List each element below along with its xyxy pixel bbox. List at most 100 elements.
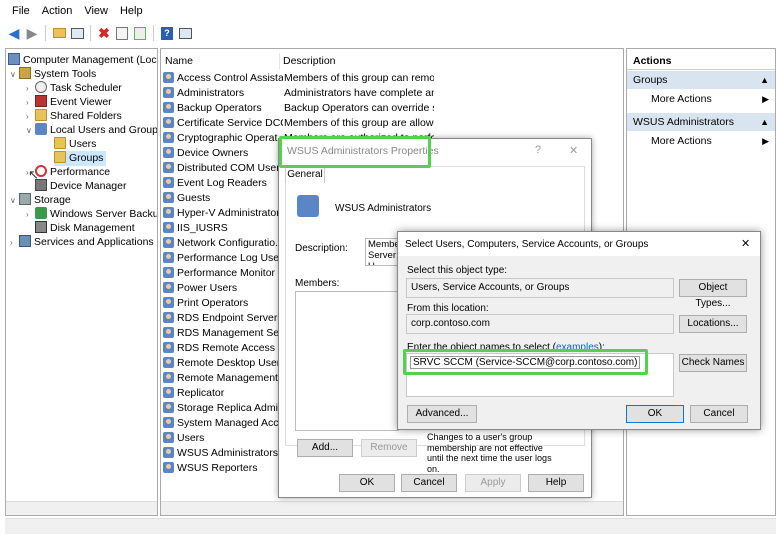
menu-action[interactable]: Action — [36, 5, 79, 17]
group-description: Members of this group are allowe... — [284, 117, 434, 129]
tree-groups[interactable]: Groups — [54, 151, 107, 166]
select-users-dialog: Select Users, Computers, Service Account… — [397, 231, 761, 430]
tab-general[interactable]: General — [285, 166, 325, 183]
tree-horizontal-scrollbar[interactable] — [6, 501, 157, 515]
toolbar-separator — [45, 25, 46, 41]
cancel-button[interactable]: Cancel — [690, 405, 748, 423]
locations-button[interactable]: Locations... — [679, 315, 747, 333]
actions-section-wsus[interactable]: WSUS Administrators ▲ — [627, 113, 775, 131]
help-button[interactable]: Help — [528, 474, 584, 492]
location-label: From this location: — [407, 303, 489, 314]
chevron-right-icon[interactable]: › — [26, 95, 35, 110]
menu-bar: File Action View Help — [0, 0, 780, 22]
ok-button[interactable]: OK — [626, 405, 684, 423]
list-item[interactable]: Backup Operators Backup Operators can ove… — [163, 101, 623, 116]
list-item[interactable]: Certificate Service DCO...Members of thi… — [163, 116, 623, 131]
apply-button[interactable]: Apply — [465, 474, 521, 492]
export-list-icon[interactable] — [132, 25, 148, 41]
list-horizontal-scrollbar[interactable] — [161, 501, 623, 515]
list-item[interactable]: Access Control Assista... Members of this… — [163, 71, 623, 86]
menu-help[interactable]: Help — [114, 5, 149, 17]
chevron-right-icon[interactable]: › — [26, 81, 35, 96]
group-name: Users — [177, 432, 205, 444]
close-icon[interactable]: ✕ — [741, 237, 750, 250]
group-description: Administrators have complete and... — [284, 87, 434, 99]
more-actions-groups[interactable]: More Actions ▶ — [627, 90, 775, 108]
chevron-right-icon[interactable]: › — [10, 235, 19, 250]
members-list[interactable] — [295, 291, 399, 431]
tree-task-scheduler[interactable]: › Task Scheduler — [26, 81, 122, 96]
title-highlight — [279, 136, 431, 168]
list-item[interactable]: Administrators Administrators have comple… — [163, 86, 623, 101]
group-name: Network Configuratio... — [177, 237, 283, 249]
group-icon — [163, 327, 174, 338]
add-button[interactable]: Add... — [297, 439, 353, 457]
chevron-right-icon[interactable]: › — [26, 207, 35, 222]
collapse-up-icon[interactable]: ▲ — [760, 113, 769, 131]
tree-users[interactable]: Users — [54, 137, 96, 152]
group-icon — [163, 87, 174, 98]
action-pane-icon[interactable] — [177, 25, 193, 41]
group-icon — [163, 252, 174, 263]
help-icon[interactable]: ? — [535, 144, 541, 156]
check-names-button[interactable]: Check Names — [679, 354, 747, 372]
tree-services-applications[interactable]: › Services and Applications — [10, 235, 154, 250]
tree-disk-management[interactable]: Disk Management — [35, 221, 135, 236]
chevron-down-icon[interactable]: ∨ — [10, 193, 19, 208]
tools-icon — [19, 67, 31, 79]
menu-view[interactable]: View — [78, 5, 114, 17]
tree-event-viewer[interactable]: › Event Viewer — [26, 95, 112, 110]
delete-icon[interactable]: ✖ — [96, 25, 112, 41]
cancel-button[interactable]: Cancel — [401, 474, 457, 492]
group-name: Event Log Readers — [177, 177, 267, 189]
forward-arrow-icon[interactable]: ▶ — [24, 25, 40, 41]
group-icon — [163, 72, 174, 83]
advanced-button[interactable]: Advanced... — [407, 405, 477, 423]
group-name: Device Owners — [177, 147, 249, 159]
actions-title: Actions — [627, 52, 775, 70]
folder-icon — [54, 137, 66, 149]
collapse-up-icon[interactable]: ▲ — [760, 71, 769, 89]
group-icon — [163, 402, 174, 413]
group-icon — [163, 357, 174, 368]
group-name: Print Operators — [177, 297, 249, 309]
toolbar-separator — [90, 25, 91, 41]
group-icon — [163, 342, 174, 353]
chevron-down-icon[interactable]: ∨ — [26, 123, 35, 138]
tree-local-users-groups[interactable]: ∨ Local Users and Groups — [26, 123, 157, 138]
chevron-down-icon[interactable]: ∨ — [10, 67, 19, 82]
show-hide-tree-icon[interactable] — [69, 25, 85, 41]
menu-file[interactable]: File — [6, 5, 36, 17]
column-header-name[interactable]: Name — [165, 53, 193, 69]
more-actions-wsus[interactable]: More Actions ▶ — [627, 132, 775, 150]
object-types-button[interactable]: Object Types... — [679, 279, 747, 309]
group-icon — [163, 417, 174, 428]
properties-icon[interactable] — [114, 25, 130, 41]
actions-section-groups[interactable]: Groups ▲ — [627, 71, 775, 89]
group-icon — [163, 387, 174, 398]
group-icon — [163, 282, 174, 293]
group-icon — [163, 462, 174, 473]
group-icon — [163, 432, 174, 443]
ok-button[interactable]: OK — [339, 474, 395, 492]
tree-storage[interactable]: ∨ Storage — [10, 193, 71, 208]
group-name: Replicator — [177, 387, 225, 399]
remove-button[interactable]: Remove — [361, 439, 417, 457]
group-name: Backup Operators — [177, 102, 262, 114]
up-folder-icon[interactable] — [51, 25, 67, 41]
tree-device-manager[interactable]: Device Manager — [35, 179, 126, 194]
group-name: Certificate Service DCO... — [177, 117, 283, 129]
tree-system-tools[interactable]: ∨ System Tools — [10, 67, 96, 82]
chevron-right-icon[interactable]: › — [26, 109, 35, 124]
status-bar — [5, 518, 776, 534]
tree-root[interactable]: Computer Management (Local) — [8, 53, 157, 68]
description-field[interactable]: MembersServer U — [365, 238, 401, 266]
group-name: Performance Monitor ... — [177, 267, 283, 279]
column-header-description[interactable]: Description — [283, 53, 336, 69]
tree-windows-server-backup[interactable]: › Windows Server Backup — [26, 207, 157, 222]
tree-shared-folders[interactable]: › Shared Folders — [26, 109, 122, 124]
folder-icon — [54, 151, 66, 163]
back-arrow-icon[interactable]: ◀ — [6, 25, 22, 41]
help-icon[interactable]: ? — [159, 25, 175, 41]
close-icon[interactable]: ✕ — [569, 144, 578, 157]
